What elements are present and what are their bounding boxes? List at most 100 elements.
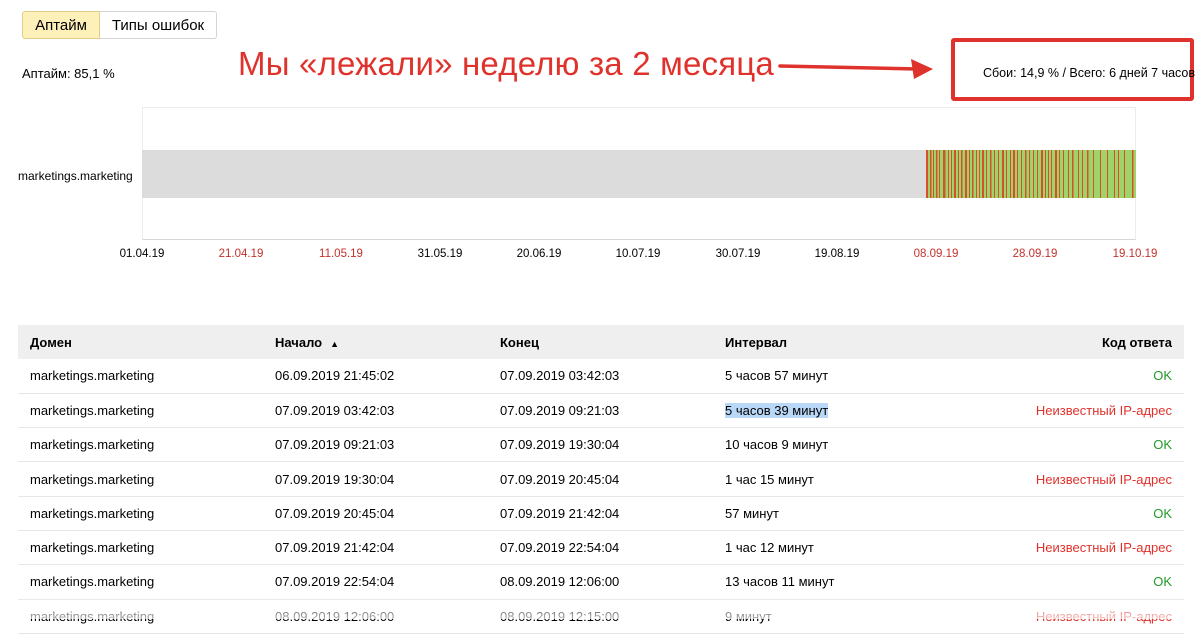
header-interval[interactable]: Интервал bbox=[713, 325, 955, 359]
annotation-arrow-icon bbox=[778, 59, 933, 79]
cell-interval: 5 часов 39 минут bbox=[713, 393, 955, 427]
timeline-row-label: marketings.marketing bbox=[18, 169, 133, 183]
timeline-failure-mark bbox=[1051, 150, 1052, 198]
timeline-failure-mark bbox=[948, 150, 949, 198]
header-start-label: Начало bbox=[275, 334, 323, 350]
timeline-failure-mark bbox=[972, 150, 974, 198]
incidents-table: Домен Начало ▲ Конец Интервал Код ответа … bbox=[18, 325, 1184, 634]
table-header-row: Домен Начало ▲ Конец Интервал Код ответа bbox=[18, 325, 1184, 359]
timeline-failure-mark bbox=[1002, 150, 1004, 198]
timeline-axis: 01.04.19 21.04.19 11.05.19 31.05.19 20.06.19… bbox=[0, 248, 1200, 264]
axis-tick-label: 19.10.19 bbox=[1112, 248, 1158, 260]
timeline-failure-mark bbox=[1048, 150, 1049, 198]
table-row[interactable]: marketings.marketing 07.09.2019 19:30:04 0… bbox=[18, 462, 1184, 497]
tab-uptime[interactable]: Аптайм bbox=[22, 11, 100, 39]
timeline-failure-mark bbox=[1006, 150, 1007, 198]
cell-domain: marketings.marketing bbox=[30, 471, 155, 487]
timeline-failure-mark bbox=[1055, 150, 1057, 198]
timeline-no-data bbox=[142, 150, 926, 198]
axis-tick-label: 31.05.19 bbox=[417, 248, 463, 260]
timeline-failure-mark bbox=[982, 150, 984, 198]
cell-end: 07.09.2019 03:42:03 bbox=[500, 368, 620, 384]
cell-end: 08.09.2019 12:06:00 bbox=[500, 574, 620, 590]
cell-response-code: OK bbox=[1153, 368, 1172, 384]
timeline-failure-mark bbox=[1041, 150, 1043, 198]
cell-response-code: Неизвестный IP-адрес bbox=[1035, 402, 1172, 418]
cell-start: 08.09.2019 12:06:00 bbox=[275, 608, 395, 624]
axis-tick-label: 19.08.19 bbox=[814, 248, 860, 260]
timeline-bar bbox=[142, 150, 1136, 198]
timeline-failure-mark bbox=[926, 150, 928, 198]
timeline-uptime-segment bbox=[926, 150, 1136, 198]
tab-error-types[interactable]: Типы ошибок bbox=[100, 11, 217, 39]
timeline-failure-mark bbox=[998, 150, 999, 198]
header-response-code[interactable]: Код ответа bbox=[955, 325, 1184, 359]
timeline-failure-mark bbox=[969, 150, 970, 198]
table-row[interactable]: marketings.marketing 07.09.2019 22:54:04 0… bbox=[18, 565, 1184, 600]
header-start[interactable]: Начало ▲ bbox=[263, 325, 488, 359]
timeline-failure-mark bbox=[1029, 150, 1030, 198]
timeline-failure-mark bbox=[1072, 150, 1074, 198]
timeline-failure-mark bbox=[1033, 150, 1034, 198]
axis-tick-label: 28.09.19 bbox=[1012, 248, 1058, 260]
cell-response-code: Неизвестный IP-адрес bbox=[1035, 540, 1172, 556]
timeline-failure-mark bbox=[990, 150, 992, 198]
timeline-failure-mark bbox=[1010, 150, 1011, 198]
timeline-failure-mark bbox=[1093, 150, 1094, 198]
selected-text: 5 часов 39 минут bbox=[725, 402, 829, 418]
cell-domain: marketings.marketing bbox=[30, 402, 155, 418]
table-row[interactable]: marketings.marketing 07.09.2019 21:42:04 0… bbox=[18, 530, 1184, 565]
table-row[interactable]: marketings.marketing 07.09.2019 09:21:03 0… bbox=[18, 428, 1184, 462]
timeline-failure-mark bbox=[939, 150, 940, 198]
timeline-failure-mark bbox=[943, 150, 946, 198]
cell-interval: 5 часов 57 минут bbox=[725, 368, 829, 384]
cell-end: 07.09.2019 20:45:04 bbox=[500, 471, 620, 487]
timeline-failure-mark bbox=[933, 150, 934, 198]
timeline-failure-mark bbox=[1114, 150, 1115, 198]
header-domain[interactable]: Домен bbox=[18, 325, 263, 359]
timeline-failure-mark bbox=[936, 150, 938, 198]
table-row[interactable]: marketings.marketing 06.09.2019 21:45:02 0… bbox=[18, 359, 1184, 394]
timeline-failure-mark bbox=[1124, 150, 1125, 198]
timeline-failure-mark bbox=[986, 150, 987, 198]
header-end[interactable]: Конец bbox=[488, 325, 713, 359]
timeline-failure-mark bbox=[1025, 150, 1027, 198]
timeline-failure-mark bbox=[930, 150, 932, 198]
cell-domain: marketings.marketing bbox=[30, 540, 155, 556]
sort-ascending-icon: ▲ bbox=[330, 338, 340, 349]
cell-interval: 13 часов 11 минут bbox=[725, 574, 835, 590]
axis-tick-label: 30.07.19 bbox=[715, 248, 761, 260]
timeline-failure-mark bbox=[1100, 150, 1101, 198]
annotation-text: Мы «лежали» неделю за 2 месяца bbox=[238, 45, 774, 82]
cell-end: 07.09.2019 09:21:03 bbox=[500, 402, 620, 418]
table-row[interactable]: marketings.marketing 08.09.2019 12:06:00 0… bbox=[18, 599, 1184, 634]
axis-tick-label: 01.04.19 bbox=[119, 248, 165, 260]
cell-start: 07.09.2019 19:30:04 bbox=[275, 471, 395, 487]
axis-tick-label: 08.09.19 bbox=[913, 248, 959, 260]
cell-start: 07.09.2019 20:45:04 bbox=[275, 505, 395, 521]
axis-tick-label: 21.04.19 bbox=[218, 248, 264, 260]
cell-end: 07.09.2019 21:42:04 bbox=[500, 505, 620, 521]
cell-start: 07.09.2019 21:42:04 bbox=[275, 540, 395, 556]
cell-start: 07.09.2019 03:42:03 bbox=[275, 402, 395, 418]
timeline-failure-mark bbox=[1118, 150, 1119, 198]
table-row[interactable]: marketings.marketing 07.09.2019 03:42:03 0… bbox=[18, 393, 1184, 428]
timeline-failure-mark bbox=[1059, 150, 1060, 198]
cell-response-code: OK bbox=[1153, 505, 1172, 521]
cell-domain: marketings.marketing bbox=[30, 505, 155, 521]
timeline-failure-mark bbox=[965, 150, 967, 198]
cell-domain: marketings.marketing bbox=[30, 608, 155, 624]
timeline-failure-mark bbox=[954, 150, 956, 198]
timeline-failure-mark bbox=[1132, 150, 1134, 198]
table-row[interactable]: marketings.marketing 07.09.2019 20:45:04 0… bbox=[18, 496, 1184, 531]
timeline-failure-mark bbox=[1037, 150, 1038, 198]
axis-tick-label: 10.07.19 bbox=[615, 248, 661, 260]
timeline-failure-mark bbox=[979, 150, 980, 198]
cell-interval: 1 час 12 минут bbox=[725, 540, 814, 556]
timeline-failure-mark bbox=[1078, 150, 1079, 198]
timeline-failure-mark bbox=[961, 150, 963, 198]
cell-response-code: Неизвестный IP-адрес bbox=[1035, 608, 1172, 624]
timeline-failure-mark bbox=[1087, 150, 1089, 198]
cell-end: 07.09.2019 19:30:04 bbox=[500, 437, 620, 453]
timeline-failure-mark bbox=[1013, 150, 1015, 198]
